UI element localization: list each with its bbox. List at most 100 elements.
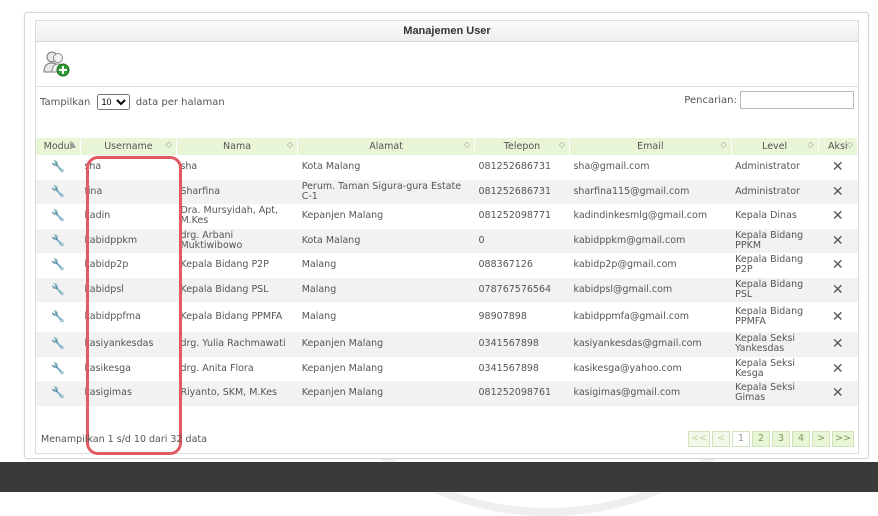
cell-telepon: 0 — [474, 228, 570, 253]
sort-icon: ◇ — [558, 140, 565, 149]
cell-telepon: 081252686731 — [474, 155, 570, 180]
col-header-alamat[interactable]: Alamat ◇ — [297, 138, 476, 155]
module-wrench-icon[interactable]: 🔧 — [36, 277, 81, 302]
cell-level: Kepala Bidang P2P — [731, 253, 819, 278]
col-header-aksi[interactable]: Aksi ◇ — [818, 138, 859, 155]
toolbar — [36, 42, 858, 87]
cell-alamat: Malang — [297, 302, 475, 332]
cell-level: Kepala Bidang PPKM — [731, 228, 819, 253]
col-header-username[interactable]: Username ◇ — [80, 138, 177, 155]
search-control: Pencarian: — [684, 91, 854, 109]
module-wrench-icon[interactable]: 🔧 — [36, 204, 81, 229]
sort-icon: ◇ — [287, 140, 294, 149]
username-link[interactable]: kabidppkm — [80, 228, 177, 253]
sort-asc-icon: ▲ — [69, 140, 76, 149]
username-link[interactable]: fina — [80, 179, 177, 204]
col-header-nama[interactable]: Nama ◇ — [176, 138, 299, 155]
username-link[interactable]: kabidpsl — [80, 277, 177, 302]
username-link[interactable]: sha — [80, 155, 177, 180]
cell-telepon: 081252098771 — [474, 204, 570, 229]
cell-email: sharfina115@gmail.com — [569, 179, 732, 204]
username-link[interactable]: kasikesga — [80, 356, 177, 381]
module-wrench-icon[interactable]: 🔧 — [36, 228, 81, 253]
cell-alamat: Malang — [297, 277, 475, 302]
table-row: 🔧 kabidpsl Kepala Bidang PSL Malang 0787… — [36, 277, 858, 302]
username-link[interactable]: kabidppfma — [80, 302, 177, 332]
cell-telepon: 0341567898 — [474, 356, 570, 381]
pager-prev[interactable]: < — [712, 431, 731, 447]
cell-alamat: Kepanjen Malang — [297, 204, 475, 229]
add-user-icon — [43, 51, 70, 77]
page-length-control: Tampilkan 10 data per halaman — [40, 94, 225, 110]
delete-icon[interactable]: ✕ — [818, 302, 858, 332]
user-management-panel: Manajemen User Tampilkan 10 data per hal… — [24, 12, 869, 459]
delete-icon[interactable]: ✕ — [818, 204, 858, 229]
add-user-button[interactable] — [41, 48, 71, 78]
delete-icon[interactable]: ✕ — [818, 277, 858, 302]
table-info: Menampilkan 1 s/d 10 dari 32 data — [41, 434, 207, 445]
cell-email: kabidppkm@gmail.com — [569, 228, 732, 253]
cell-email: kadindinkesmlg@gmail.com — [569, 204, 732, 229]
table-controls: Tampilkan 10 data per halaman Pencarian: — [36, 87, 858, 113]
delete-icon[interactable]: ✕ — [818, 179, 858, 204]
cell-nama: Kepala Bidang PSL — [176, 277, 298, 302]
delete-icon[interactable]: ✕ — [818, 356, 858, 381]
cell-telepon: 088367126 — [474, 253, 570, 278]
search-label: Pencarian: — [684, 95, 737, 106]
username-link[interactable]: kabidp2p — [80, 253, 177, 278]
col-header-level[interactable]: Level ◇ — [731, 138, 819, 155]
cell-telepon: 081252098761 — [474, 381, 570, 406]
module-wrench-icon[interactable]: 🔧 — [36, 381, 81, 406]
sort-icon: ◇ — [807, 140, 814, 149]
module-wrench-icon[interactable]: 🔧 — [36, 332, 81, 357]
pager-last[interactable]: >> — [832, 431, 854, 447]
col-header-modul[interactable]: Modul ▲ — [36, 138, 81, 155]
cell-nama: drg. Anita Flora — [176, 356, 298, 381]
cell-level: Administrator — [731, 155, 819, 180]
username-link[interactable]: kadin — [80, 204, 177, 229]
cell-email: kasigimas@gmail.com — [569, 381, 732, 406]
search-input[interactable] — [740, 91, 854, 109]
module-wrench-icon[interactable]: 🔧 — [36, 302, 81, 332]
username-link[interactable]: kasigimas — [80, 381, 177, 406]
pager-page-4[interactable]: 4 — [792, 431, 811, 447]
pager-page-1[interactable]: 1 — [732, 431, 751, 447]
cell-level: Kepala Seksi Kesga — [731, 356, 819, 381]
pagination: << < 1 2 3 4 > >> — [688, 431, 854, 447]
sort-icon: ◇ — [463, 140, 471, 149]
users-table: Modul ▲ Username ◇ Nama ◇ Alamat ◇ Telepon ◇ … — [36, 138, 859, 406]
col-header-email[interactable]: Email ◇ — [569, 138, 732, 155]
table-row: 🔧 kabidp2p Kepala Bidang P2P Malang 0883… — [36, 253, 858, 278]
col-header-telepon[interactable]: Telepon ◇ — [474, 138, 570, 155]
sort-icon: ◇ — [720, 140, 727, 149]
cell-level: Kepala Seksi Yankesdas — [731, 332, 819, 357]
cell-email: kasikesga@yahoo.com — [569, 356, 732, 381]
pager-page-2[interactable]: 2 — [752, 431, 771, 447]
pager-next[interactable]: > — [812, 431, 831, 447]
page-length-select[interactable]: 10 — [96, 94, 130, 110]
delete-icon[interactable]: ✕ — [818, 381, 858, 406]
table-row: 🔧 kabidppkm drg. Arbani Muktiwibowo Kota… — [36, 228, 858, 253]
cell-nama: Sharfina — [176, 179, 298, 204]
cell-alamat: Kepanjen Malang — [297, 332, 475, 357]
cell-alamat: Malang — [297, 253, 475, 278]
cell-level: Administrator — [731, 179, 819, 204]
module-wrench-icon[interactable]: 🔧 — [36, 253, 81, 278]
delete-icon[interactable]: ✕ — [818, 332, 858, 357]
table-row: 🔧 kasikesga drg. Anita Flora Kepanjen Ma… — [36, 356, 858, 381]
cell-nama: Dra. Mursyidah, Apt, M.Kes — [176, 204, 298, 229]
module-wrench-icon[interactable]: 🔧 — [36, 356, 81, 381]
cell-telepon: 078767576564 — [474, 277, 570, 302]
module-wrench-icon[interactable]: 🔧 — [36, 179, 81, 204]
cell-level: Kepala Seksi Gimas — [731, 381, 819, 406]
delete-icon[interactable]: ✕ — [818, 155, 858, 180]
table-row: 🔧 sha sha Kota Malang 081252686731 sha@g… — [36, 155, 858, 180]
cell-email: kabidppmfa@gmail.com — [569, 302, 732, 332]
pager-first[interactable]: << — [688, 431, 711, 447]
module-wrench-icon[interactable]: 🔧 — [36, 155, 81, 180]
cell-nama: Kepala Bidang PPMFA — [176, 302, 298, 332]
delete-icon[interactable]: ✕ — [818, 253, 858, 278]
pager-page-3[interactable]: 3 — [772, 431, 791, 447]
username-link[interactable]: kasiyankesdas — [80, 332, 177, 357]
delete-icon[interactable]: ✕ — [818, 228, 858, 253]
